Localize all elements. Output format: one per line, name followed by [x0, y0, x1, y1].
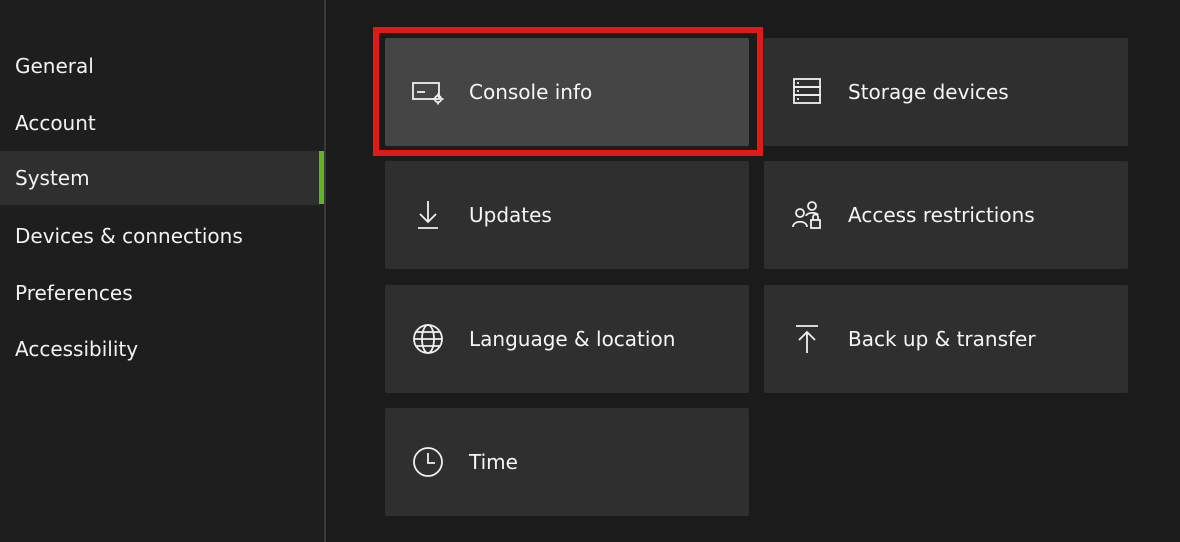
sidebar-item-system[interactable]: System	[0, 151, 320, 205]
tile-label: Storage devices	[848, 80, 1009, 104]
console-info-icon	[411, 75, 445, 109]
storage-icon	[790, 75, 824, 109]
sidebar-item-label: Preferences	[15, 281, 133, 305]
tile-label: Access restrictions	[848, 203, 1035, 227]
globe-icon	[411, 322, 445, 356]
tile-label: Back up & transfer	[848, 327, 1036, 351]
clock-icon	[411, 445, 445, 479]
sidebar-item-accessibility[interactable]: Accessibility	[0, 322, 320, 376]
sidebar-item-label: Accessibility	[15, 337, 139, 361]
tile-console-info[interactable]: Console info	[385, 38, 749, 146]
tile-backup-transfer[interactable]: Back up & transfer	[764, 285, 1128, 393]
tile-label: Time	[469, 450, 518, 474]
sidebar-item-preferences[interactable]: Preferences	[0, 266, 320, 320]
tile-label: Language & location	[469, 327, 676, 351]
settings-screen: General Account System Devices & connect…	[0, 0, 1180, 542]
sidebar-item-account[interactable]: Account	[0, 96, 320, 150]
sidebar-item-label: System	[15, 166, 90, 190]
download-arrow-icon	[411, 198, 445, 232]
sidebar-item-label: General	[15, 54, 94, 78]
sidebar-item-label: Devices & connections	[15, 224, 243, 248]
tile-label: Console info	[469, 80, 593, 104]
sidebar: General Account System Devices & connect…	[0, 0, 324, 542]
tile-access-restrictions[interactable]: Access restrictions	[764, 161, 1128, 269]
people-lock-icon	[790, 198, 824, 232]
tile-time[interactable]: Time	[385, 408, 749, 516]
sidebar-item-general[interactable]: General	[0, 39, 320, 93]
sidebar-item-devices-connections[interactable]: Devices & connections	[0, 209, 320, 263]
upload-arrow-icon	[790, 322, 824, 356]
sidebar-item-label: Account	[15, 111, 96, 135]
tile-label: Updates	[469, 203, 552, 227]
tile-storage-devices[interactable]: Storage devices	[764, 38, 1128, 146]
tile-language-location[interactable]: Language & location	[385, 285, 749, 393]
tile-updates[interactable]: Updates	[385, 161, 749, 269]
